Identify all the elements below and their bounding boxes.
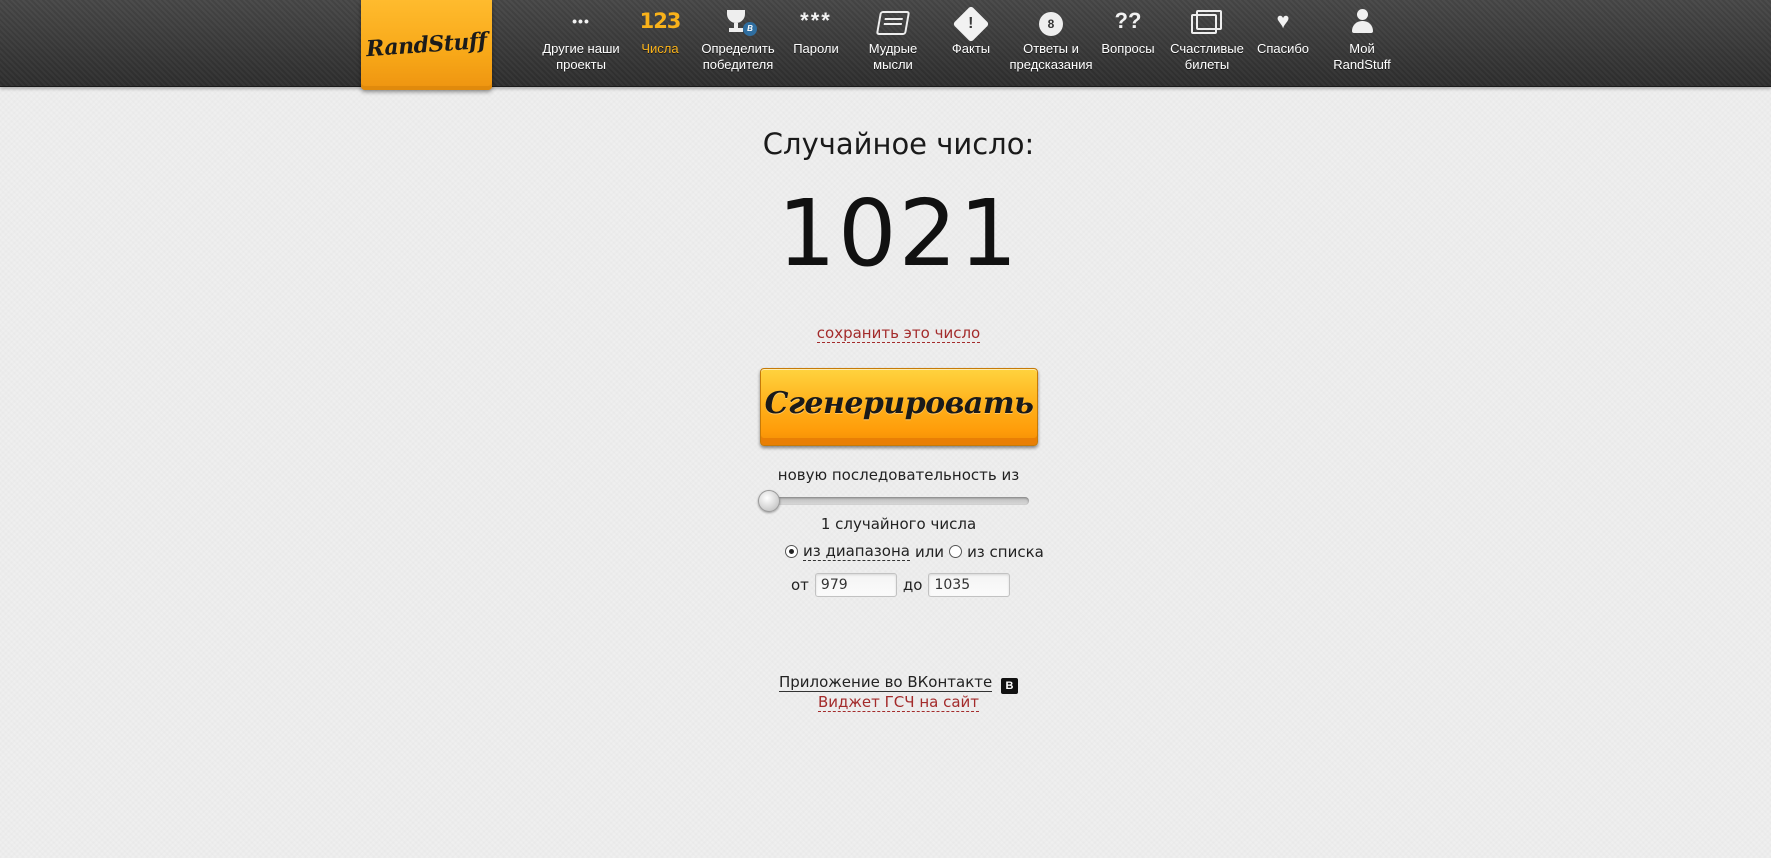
range-radio[interactable]	[785, 545, 798, 558]
nav-item-other-projects[interactable]: ••• Другие наши проекты	[535, 0, 627, 86]
nav-item-numbers[interactable]: 123 Числа	[633, 0, 687, 86]
ellipsis-icon: •••	[572, 13, 590, 29]
slider-handle[interactable]	[758, 490, 780, 512]
nav-label: Ответы и	[1023, 41, 1079, 56]
tickets-icon	[1166, 8, 1248, 34]
nav-label: Спасибо	[1256, 41, 1310, 56]
range-to-input[interactable]	[928, 573, 1011, 597]
widget-link[interactable]: Виджет ГСЧ на сайт	[817, 693, 980, 712]
random-number-result: 1021	[777, 180, 1020, 287]
nav-label: Определить	[701, 41, 775, 56]
range-from-input[interactable]	[814, 573, 897, 597]
numbers-icon: 123	[639, 9, 682, 33]
mode-selector: из диапазона или из списка	[785, 542, 1044, 561]
nav-label: победителя	[702, 57, 774, 72]
nav-item-thanks[interactable]: ♥ Спасибо	[1254, 0, 1312, 86]
widget-link-row: Виджет ГСЧ на сайт	[0, 693, 1771, 712]
nav-label: Вопросы	[1101, 41, 1155, 56]
nav-item-questions[interactable]: ?? Вопросы	[1096, 0, 1160, 86]
vk-app-link[interactable]: Приложение во ВКонтакте	[778, 673, 993, 692]
sequence-label: новую последовательность из	[777, 466, 1020, 484]
nav-label: Числа	[641, 41, 679, 56]
count-slider[interactable]	[758, 490, 1029, 512]
heart-icon: ♥	[1276, 8, 1290, 33]
generate-button[interactable]: Сгенерировать	[760, 368, 1038, 446]
nav-item-winner[interactable]: B Определить победителя	[695, 0, 781, 86]
save-number-link-row: сохранить это число	[0, 324, 1771, 343]
question-marks-icon: ??	[1114, 8, 1142, 33]
save-number-link[interactable]: сохранить это число	[816, 324, 981, 343]
nav-item-lucky-tickets[interactable]: Счастливые билеты	[1166, 0, 1248, 86]
nav-label: Пароли	[793, 41, 839, 56]
nav-label: Факты	[951, 41, 991, 56]
magic-ball-icon: 8	[1006, 8, 1096, 36]
vk-icon[interactable]: B	[1001, 678, 1019, 694]
or-label: или	[914, 542, 945, 561]
count-label: 1 случайного числа	[820, 515, 977, 533]
nav-item-wise-thoughts[interactable]: Мудрые мысли	[860, 0, 926, 86]
generate-button-label: Сгенерировать	[764, 385, 1034, 421]
to-label: до	[902, 576, 923, 594]
vk-badge-icon: B	[743, 22, 757, 36]
range-mode-link[interactable]: из диапазона	[803, 542, 910, 561]
nav-item-passwords[interactable]: *** Пароли	[783, 0, 849, 86]
vk-app-row: Приложение во ВКонтакте B	[0, 673, 1771, 694]
list-radio[interactable]	[949, 545, 963, 558]
nav-label: мысли	[873, 57, 913, 72]
range-inputs: от до	[791, 573, 1016, 597]
nav-item-facts[interactable]: ! Факты	[940, 0, 1002, 86]
nav-label: RandStuff	[1333, 57, 1391, 72]
from-label: от	[791, 576, 809, 594]
user-icon	[1322, 8, 1402, 34]
nav-label: Счастливые	[1170, 41, 1244, 56]
nav-label: Мой	[1349, 41, 1375, 56]
nav-label: Мудрые	[868, 41, 918, 56]
asterisks-icon: ***	[800, 8, 832, 33]
warning-icon: !	[940, 5, 1002, 43]
top-navigation-bar: RandStuff ••• Другие наши проекты 123 Чи…	[0, 0, 1771, 90]
nav-label: проекты	[556, 57, 606, 72]
logo-text: RandStuff	[365, 27, 488, 63]
nav-label: Другие наши	[542, 41, 620, 56]
page-title: Случайное число:	[762, 127, 1035, 161]
randstuff-logo[interactable]: RandStuff	[361, 0, 492, 90]
nav-label: предсказания	[1009, 57, 1093, 72]
list-mode-label[interactable]: из списка	[967, 543, 1044, 561]
scroll-icon	[860, 8, 926, 35]
nav-item-answers[interactable]: 8 Ответы и предсказания	[1006, 0, 1096, 86]
trophy-icon: B	[695, 8, 781, 36]
nav-item-my-randstuff[interactable]: Мой RandStuff	[1322, 0, 1402, 86]
nav-label: билеты	[1184, 57, 1230, 72]
